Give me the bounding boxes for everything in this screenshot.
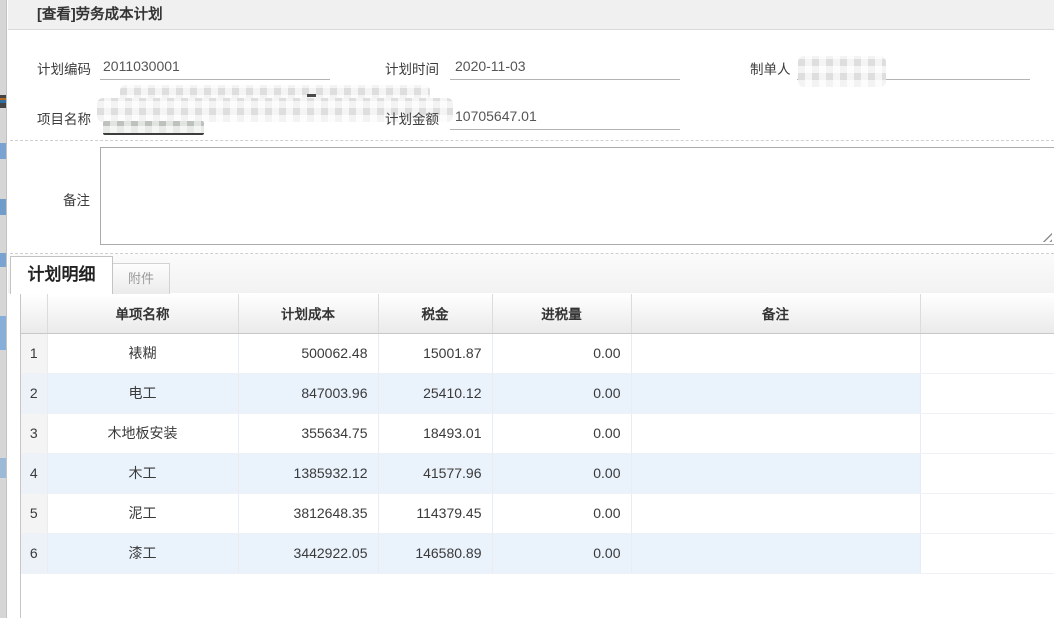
page-title: [查看]劳务成本计划 bbox=[37, 0, 163, 30]
cell-row-number[interactable]: 3 bbox=[21, 413, 47, 453]
plan-detail-grid: 单项名称 计划成本 税金 进税量 备注 1 裱糊 500062.48 15001… bbox=[20, 294, 1054, 618]
cell-filler bbox=[920, 493, 1054, 533]
cell-planned-cost[interactable]: 500062.48 bbox=[238, 333, 378, 373]
cell-tax-input[interactable]: 0.00 bbox=[492, 533, 631, 573]
cell-tax[interactable]: 146580.89 bbox=[378, 533, 492, 573]
project-link-redaction[interactable] bbox=[103, 121, 204, 135]
col-header-filler bbox=[920, 294, 1054, 333]
cell-row-number[interactable]: 4 bbox=[21, 453, 47, 493]
cell-tax[interactable]: 114379.45 bbox=[378, 493, 492, 533]
cell-tax-input[interactable]: 0.00 bbox=[492, 453, 631, 493]
col-header-remark[interactable]: 备注 bbox=[631, 294, 920, 333]
cell-row-number[interactable]: 6 bbox=[21, 533, 47, 573]
project-name-redaction bbox=[307, 94, 316, 97]
creator-label: 制单人 bbox=[750, 58, 791, 78]
plan-date-field[interactable]: 2020-11-03 bbox=[450, 56, 680, 80]
cell-remark[interactable] bbox=[631, 533, 920, 573]
left-edge-mark-icon bbox=[0, 253, 6, 267]
plan-amount-label: 计划金额 bbox=[385, 108, 439, 128]
col-header-index[interactable] bbox=[21, 294, 47, 333]
cell-remark[interactable] bbox=[631, 493, 920, 533]
cell-row-number[interactable]: 2 bbox=[21, 373, 47, 413]
labor-cost-plan-view: [查看]劳务成本计划 计划编码 2011030001 计划时间 2020-11-… bbox=[0, 0, 1054, 618]
cell-remark[interactable] bbox=[631, 333, 920, 373]
plan-amount-field[interactable]: 10705647.01 bbox=[450, 106, 680, 130]
cell-item-name[interactable]: 泥工 bbox=[47, 493, 238, 533]
left-edge-mark-icon bbox=[0, 316, 6, 350]
cell-item-name[interactable]: 电工 bbox=[47, 373, 238, 413]
table-row[interactable]: 2 电工 847003.96 25410.12 0.00 bbox=[21, 373, 1054, 413]
creator-redaction bbox=[798, 56, 886, 87]
cell-item-name[interactable]: 木地板安装 bbox=[47, 413, 238, 453]
cell-tax-input[interactable]: 0.00 bbox=[492, 333, 631, 373]
cell-remark[interactable] bbox=[631, 373, 920, 413]
cell-remark[interactable] bbox=[631, 453, 920, 493]
cell-planned-cost[interactable]: 847003.96 bbox=[238, 373, 378, 413]
cell-planned-cost[interactable]: 3442922.05 bbox=[238, 533, 378, 573]
plan-code-label: 计划编码 bbox=[37, 58, 91, 78]
table-row[interactable]: 4 木工 1385932.12 41577.96 0.00 bbox=[21, 453, 1054, 493]
cell-item-name[interactable]: 木工 bbox=[47, 453, 238, 493]
cell-row-number[interactable]: 1 bbox=[21, 333, 47, 373]
cell-filler bbox=[920, 373, 1054, 413]
cell-tax[interactable]: 15001.87 bbox=[378, 333, 492, 373]
cell-filler bbox=[920, 453, 1054, 493]
cell-planned-cost[interactable]: 355634.75 bbox=[238, 413, 378, 453]
col-header-item-name[interactable]: 单项名称 bbox=[47, 294, 238, 333]
left-edge-mark-icon bbox=[0, 143, 6, 159]
cell-item-name[interactable]: 裱糊 bbox=[47, 333, 238, 373]
cell-row-number[interactable]: 5 bbox=[21, 493, 47, 533]
table-row[interactable]: 3 木地板安装 355634.75 18493.01 0.00 bbox=[21, 413, 1054, 453]
cell-planned-cost[interactable]: 3812648.35 bbox=[238, 493, 378, 533]
cell-filler bbox=[920, 333, 1054, 373]
cell-tax-input[interactable]: 0.00 bbox=[492, 493, 631, 533]
left-edge-strip bbox=[0, 0, 7, 618]
left-edge-mark-icon bbox=[0, 95, 6, 108]
cell-planned-cost[interactable]: 1385932.12 bbox=[238, 453, 378, 493]
remarks-label: 备注 bbox=[63, 189, 90, 209]
table-row[interactable]: 6 漆工 3442922.05 146580.89 0.00 bbox=[21, 533, 1054, 573]
left-edge-mark-icon bbox=[0, 458, 6, 478]
separator-dashed bbox=[10, 140, 1054, 141]
table-header-row: 单项名称 计划成本 税金 进税量 备注 bbox=[21, 294, 1054, 333]
cell-item-name[interactable]: 漆工 bbox=[47, 533, 238, 573]
cell-tax[interactable]: 18493.01 bbox=[378, 413, 492, 453]
table-row[interactable]: 5 泥工 3812648.35 114379.45 0.00 bbox=[21, 493, 1054, 533]
plan-detail-table: 单项名称 计划成本 税金 进税量 备注 1 裱糊 500062.48 15001… bbox=[21, 294, 1054, 574]
cell-tax[interactable]: 25410.12 bbox=[378, 373, 492, 413]
cell-remark[interactable] bbox=[631, 413, 920, 453]
plan-code-field[interactable]: 2011030001 bbox=[100, 56, 330, 80]
cell-tax-input[interactable]: 0.00 bbox=[492, 373, 631, 413]
dialog-titlebar: [查看]劳务成本计划 bbox=[8, 0, 1054, 30]
col-header-tax[interactable]: 税金 bbox=[378, 294, 492, 333]
col-header-tax-input[interactable]: 进税量 bbox=[492, 294, 631, 333]
cell-tax-input[interactable]: 0.00 bbox=[492, 413, 631, 453]
cell-filler bbox=[920, 533, 1054, 573]
cell-filler bbox=[920, 413, 1054, 453]
col-header-planned-cost[interactable]: 计划成本 bbox=[238, 294, 378, 333]
table-row[interactable]: 1 裱糊 500062.48 15001.87 0.00 bbox=[21, 333, 1054, 373]
project-name-label: 项目名称 bbox=[37, 108, 91, 128]
tab-plan-detail[interactable]: 计划明细 bbox=[10, 256, 113, 294]
remarks-textarea[interactable] bbox=[100, 147, 1054, 245]
left-edge-mark-icon bbox=[0, 199, 6, 215]
cell-tax[interactable]: 41577.96 bbox=[378, 453, 492, 493]
tab-attachment[interactable]: 附件 bbox=[113, 263, 170, 294]
plan-date-label: 计划时间 bbox=[385, 58, 439, 78]
